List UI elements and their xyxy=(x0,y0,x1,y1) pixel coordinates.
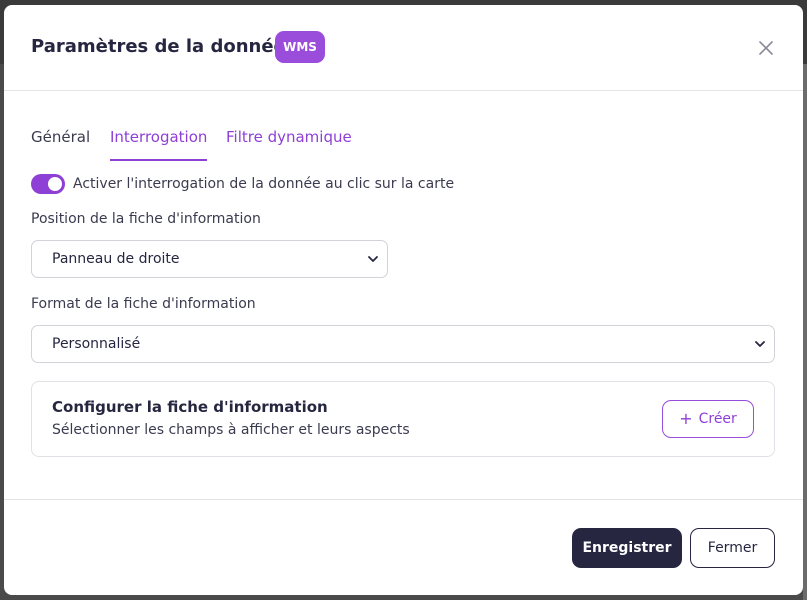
backdrop-right xyxy=(803,64,807,600)
position-select[interactable]: Panneau de droite xyxy=(31,240,388,278)
interrogation-toggle-row: Activer l'interrogation de la donnée au … xyxy=(31,173,454,195)
tab-interrogation[interactable]: Interrogation xyxy=(110,123,208,161)
tab-general[interactable]: Général xyxy=(31,123,90,159)
wms-badge: WMS xyxy=(275,31,325,63)
close-modal-button[interactable]: Fermer xyxy=(690,528,775,568)
create-button[interactable]: + Créer xyxy=(662,400,754,438)
toggle-knob xyxy=(48,177,62,191)
config-subtitle: Sélectionner les champs à afficher et le… xyxy=(52,422,410,438)
tab-filtre-dynamique[interactable]: Filtre dynamique xyxy=(226,123,352,159)
save-button[interactable]: Enregistrer xyxy=(572,528,682,568)
toggle-label: Activer l'interrogation de la donnée au … xyxy=(73,176,455,192)
modal-footer: Enregistrer Fermer xyxy=(4,499,803,595)
position-label: Position de la fiche d'information xyxy=(31,211,261,227)
chevron-down-icon xyxy=(368,256,378,262)
config-card: Configurer la fiche d'information Sélect… xyxy=(31,381,775,457)
create-label: Créer xyxy=(698,411,737,427)
plus-icon: + xyxy=(679,409,693,428)
format-select[interactable]: Personnalisé xyxy=(31,325,775,363)
format-label: Format de la fiche d'information xyxy=(31,296,256,312)
close-button[interactable] xyxy=(754,36,778,60)
format-select-value: Personnalisé xyxy=(52,336,141,352)
chevron-down-icon xyxy=(755,341,765,347)
config-title: Configurer la fiche d'information xyxy=(52,398,328,416)
position-select-value: Panneau de droite xyxy=(52,251,180,267)
close-icon xyxy=(759,41,773,55)
interrogation-toggle[interactable] xyxy=(31,174,65,194)
modal-header: Paramètres de la donnée WMS xyxy=(4,5,803,91)
settings-modal: Paramètres de la donnée WMS Général Inte… xyxy=(4,5,803,595)
modal-title: Paramètres de la donnée xyxy=(31,36,286,57)
